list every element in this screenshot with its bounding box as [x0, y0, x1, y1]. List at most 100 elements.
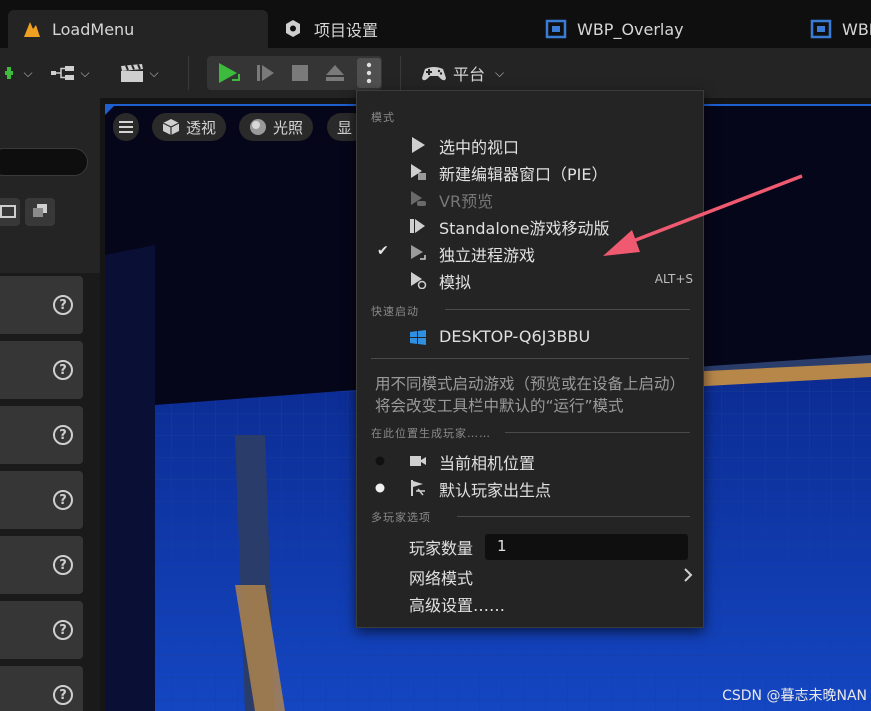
play-window-icon — [411, 164, 426, 180]
vr-icon — [411, 191, 426, 206]
help-icon[interactable]: ? — [53, 295, 73, 315]
eject-icon — [326, 65, 344, 81]
eject-button[interactable] — [319, 58, 351, 88]
menu-item-standalone-mobile[interactable]: Standalone游戏移动版 — [357, 212, 703, 238]
stop-icon — [292, 65, 308, 81]
help-icon[interactable]: ? — [53, 425, 73, 445]
step-forward-icon — [257, 65, 274, 81]
cinematics-menu-button[interactable]: ⌵ — [113, 58, 165, 88]
chevron-down-icon: ⌵ — [494, 65, 505, 80]
help-icon[interactable]: ? — [53, 490, 73, 510]
panel-entry[interactable]: ? — [0, 536, 83, 594]
panel-entry[interactable]: ? — [0, 601, 83, 659]
section-divider — [505, 432, 690, 433]
menu-item-standalone-game[interactable]: ✔ 独立进程游戏 — [357, 239, 703, 265]
panel-entry[interactable]: ? — [0, 406, 83, 464]
section-quick-launch: 快速启动 — [371, 305, 419, 318]
perspective-label: 透视 — [186, 118, 217, 137]
radio-selected-icon — [375, 483, 385, 493]
menu-item-label: 模拟 — [439, 273, 472, 292]
tab-bar: LoadMenu 项目设置 WBP_Overlay WBI — [0, 0, 871, 48]
windows-icon — [410, 330, 426, 345]
monitor-icon — [0, 205, 16, 218]
unreal-logo-icon — [24, 22, 40, 37]
simulate-icon — [411, 272, 427, 289]
menu-item-vr-preview[interactable]: VR预览 — [357, 185, 703, 211]
menu-item-label: 默认玩家出生点 — [439, 481, 552, 500]
add-content-button[interactable]: ⌵ — [0, 58, 38, 88]
player-count-label: 玩家数量 — [409, 539, 474, 558]
radio-unselected-icon — [375, 456, 385, 466]
tab-wbp-overlay[interactable]: WBP_Overlay — [531, 10, 791, 48]
tab-label: WBP_Overlay — [577, 19, 684, 39]
settings-icon — [286, 20, 300, 37]
spawn-option-camera[interactable]: 当前相机位置 — [357, 447, 703, 473]
platforms-button[interactable]: 平台 ⌵ — [420, 58, 505, 88]
toolbar-divider — [400, 56, 401, 90]
menu-item-advanced-settings[interactable]: 高级设置…… — [357, 589, 703, 615]
menu-item-label: VR预览 — [439, 192, 494, 211]
play-options-button[interactable] — [357, 58, 381, 88]
add-icon — [5, 67, 14, 79]
play-button[interactable] — [211, 58, 245, 88]
standalone-play-icon — [411, 245, 426, 260]
menu-item-device[interactable]: DESKTOP-Q6J3BBU — [357, 324, 703, 350]
section-multiplayer: 多玩家选项 — [371, 511, 431, 524]
panel-entry[interactable]: ? — [0, 341, 83, 399]
chevron-down-icon: ⌵ — [149, 65, 159, 80]
tab-wbp-other[interactable]: WBI — [796, 10, 871, 48]
spawn-option-player-start[interactable]: 默认玩家出生点 — [357, 474, 703, 500]
menu-item-net-mode[interactable]: 网络模式 — [357, 562, 703, 588]
left-panel: ? ? ? ? ? ? ? — [0, 98, 100, 711]
stop-button[interactable] — [285, 58, 315, 88]
menu-item-new-editor-window[interactable]: 新建编辑器窗口（PIE） — [357, 158, 703, 184]
widget-blueprint-icon — [810, 19, 832, 39]
show-label: 显 — [337, 118, 353, 137]
menu-item-label: 当前相机位置 — [439, 454, 536, 473]
left-panel-header — [0, 98, 100, 273]
tab-label: WBI — [842, 19, 871, 39]
shortcut-label: ALT+S — [654, 272, 693, 286]
advance-frame-button[interactable] — [250, 58, 280, 88]
tab-label: LoadMenu — [52, 19, 135, 39]
layers-button[interactable] — [25, 198, 55, 226]
menu-item-label: 网络模式 — [409, 569, 474, 588]
panel-entry[interactable]: ? — [0, 471, 83, 529]
clapperboard-icon — [121, 64, 144, 82]
hamburger-icon — [119, 121, 133, 133]
tab-loadmenu[interactable]: LoadMenu — [8, 10, 268, 48]
menu-item-simulate[interactable]: 模拟 ALT+S — [357, 266, 703, 292]
help-icon[interactable]: ? — [53, 620, 73, 640]
blueprint-graph-icon — [51, 66, 75, 80]
view-mode-button[interactable] — [0, 198, 20, 226]
viewport-menu-button[interactable] — [113, 113, 139, 141]
panel-entry[interactable]: ? — [0, 276, 83, 334]
search-input[interactable] — [0, 148, 88, 176]
checkmark-icon: ✔ — [377, 243, 389, 259]
menu-item-label: DESKTOP-Q6J3BBU — [439, 327, 591, 346]
panel-entry[interactable]: ? — [0, 666, 83, 711]
perspective-button[interactable]: 透视 — [152, 113, 227, 141]
menu-item-label: 独立进程游戏 — [439, 246, 536, 265]
section-divider — [445, 309, 690, 310]
lighting-button[interactable]: 光照 — [239, 113, 314, 141]
chevron-down-icon: ⌵ — [80, 65, 90, 80]
help-icon[interactable]: ? — [53, 555, 73, 575]
platforms-label: 平台 — [452, 65, 485, 84]
player-count-input[interactable]: 1 — [485, 534, 688, 560]
more-vertical-icon — [366, 62, 372, 84]
help-icon[interactable]: ? — [53, 685, 73, 705]
mobile-play-icon — [410, 219, 425, 233]
lighting-label: 光照 — [273, 118, 304, 137]
gamepad-icon — [421, 67, 446, 81]
section-divider — [371, 358, 689, 359]
play-options-menu: 模式 选中的视口 新建编辑器窗口（PIE） VR预览 Standalone游戏移… — [356, 90, 704, 628]
menu-item-label: 高级设置…… — [409, 596, 506, 615]
help-icon[interactable]: ? — [53, 360, 73, 380]
tab-project-settings[interactable]: 项目设置 — [268, 10, 518, 48]
widget-blueprint-icon — [545, 19, 567, 39]
play-icon — [219, 63, 240, 83]
blueprint-menu-button[interactable]: ⌵ — [44, 58, 96, 88]
tab-label: 项目设置 — [314, 21, 379, 40]
menu-item-selected-viewport[interactable]: 选中的视口 — [357, 131, 703, 157]
